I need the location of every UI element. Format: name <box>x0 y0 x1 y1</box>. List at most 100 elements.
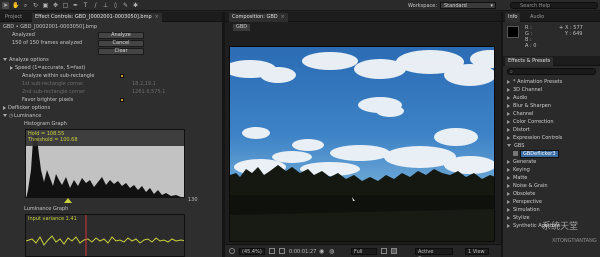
fx-category-perspective[interactable]: Perspective <box>503 198 600 206</box>
second-corner-row: 2nd sub-rectangle corner <box>22 88 222 96</box>
fx-label: Channel <box>513 111 534 117</box>
triangle-right-icon <box>507 95 510 100</box>
triangle-right-icon <box>507 119 510 124</box>
fx-category-generate[interactable]: Generate <box>503 158 600 166</box>
view-select[interactable]: Active Camera <box>415 248 453 257</box>
fx-label: Matte <box>513 175 528 181</box>
channel-icon[interactable]: ◍ <box>329 248 334 255</box>
safe-margins-icon[interactable] <box>269 248 275 254</box>
luminance-line <box>26 235 184 246</box>
luminance-group[interactable]: ◷Luminance <box>3 112 222 120</box>
deflicker-options-group[interactable]: Deflicker options <box>3 104 222 112</box>
fx-category-audio[interactable]: Audio <box>503 94 600 102</box>
triangle-right-icon <box>507 191 510 196</box>
workspace-select[interactable]: Standard ▾ <box>440 2 496 9</box>
zoom-tool-icon[interactable]: ⌕ <box>22 2 29 9</box>
fx-category-expression-controls[interactable]: Expression Controls <box>503 134 600 142</box>
transparency-grid-icon[interactable] <box>391 248 397 254</box>
cancel-button[interactable]: Cancel <box>98 40 144 47</box>
fx-category-color-correction[interactable]: Color Correction <box>503 118 600 126</box>
zoom-select[interactable]: (45.4%) <box>239 248 265 255</box>
composition-viewer[interactable] <box>229 46 495 242</box>
luminance-graph[interactable]: Input variance 1.41 <box>25 214 185 257</box>
brush-tool-icon[interactable]: / <box>92 2 99 9</box>
fx-category-3d-channel[interactable]: 3D Channel <box>503 86 600 94</box>
triangle-right-icon <box>507 183 510 188</box>
luminance-graph-label: Luminance Graph <box>24 206 69 212</box>
fx-category-simulation[interactable]: Simulation <box>503 206 600 214</box>
tab-composition-label: Composition: GBD <box>232 14 278 20</box>
fx-category-animation-presets[interactable]: * Animation Presets <box>503 78 600 86</box>
tab-audio[interactable]: Audio <box>527 13 547 22</box>
pan-behind-tool-icon[interactable]: ✥ <box>52 2 59 9</box>
fx-category-channel[interactable]: Channel <box>503 110 600 118</box>
clone-tool-icon[interactable]: ⊥ <box>102 2 109 9</box>
tab-effect-controls[interactable]: Effect Controls: GBD_[0002001-0003050].b… <box>32 13 162 22</box>
close-icon[interactable]: × <box>281 14 285 20</box>
fx-item-gbdeflicker3[interactable]: GBDeflicker3 <box>503 150 600 158</box>
first-corner-value[interactable]: 18.2,19.1 <box>132 81 156 87</box>
analyze-button[interactable]: Analyze <box>98 32 144 39</box>
views-layout-select[interactable]: 1 View <box>465 248 489 255</box>
fx-label: Color Correction <box>513 119 554 125</box>
search-icon: ⌕ <box>510 69 513 75</box>
camera-icon[interactable]: ◉ <box>319 248 324 255</box>
watermark-text: 系统天堂 <box>542 222 579 232</box>
rotate-tool-icon[interactable]: ↻ <box>32 2 39 9</box>
triangle-right-icon <box>3 105 6 110</box>
second-corner-value[interactable]: 1261.6,575.1 <box>132 89 165 95</box>
analyze-options-group[interactable]: Analyze options <box>3 56 222 64</box>
tab-composition[interactable]: Composition: GBD × <box>229 13 288 22</box>
fx-category-blur-sharpen[interactable]: Blur & Sharpen <box>503 102 600 110</box>
mask-tool-icon[interactable]: □ <box>62 2 69 9</box>
puppet-tool-icon[interactable]: ✱ <box>132 2 139 9</box>
grid-icon[interactable] <box>279 248 285 254</box>
selection-tool-icon[interactable]: ➤ <box>2 2 9 9</box>
clear-button[interactable]: Clear <box>98 48 144 55</box>
fx-label: Noise & Grain <box>513 183 548 189</box>
hand-tool-icon[interactable]: ✋ <box>12 2 19 9</box>
watermark-subtext: XITONGTIANTANG <box>552 238 597 244</box>
histogram-slider-handle[interactable] <box>64 198 72 203</box>
analyze-within-checkbox[interactable] <box>120 74 124 78</box>
workspace-label: Workspace: <box>408 3 438 9</box>
hist-max-value: 130 <box>188 197 198 203</box>
fx-category-matte[interactable]: Matte <box>503 174 600 182</box>
fx-label: 3D Channel <box>513 87 543 93</box>
triangle-down-icon <box>3 114 7 117</box>
effects-search-input[interactable]: ⌕ <box>507 68 596 75</box>
triangle-right-icon <box>507 207 510 212</box>
comp-name-chip[interactable]: GBD <box>233 24 251 31</box>
pen-tool-icon[interactable]: ✒ <box>72 2 79 9</box>
timecode[interactable]: 0:00:01:27 <box>289 249 316 255</box>
analyze-options-label: Analyze options <box>9 57 49 63</box>
resolution-select[interactable]: Full <box>351 248 377 255</box>
close-icon[interactable]: × <box>155 14 159 20</box>
roto-brush-tool-icon[interactable]: ✎ <box>122 2 129 9</box>
fx-category-obsolete[interactable]: Obsolete <box>503 190 600 198</box>
tab-effects-presets[interactable]: Effects & Presets <box>505 57 554 66</box>
tab-info[interactable]: Info <box>505 13 521 22</box>
camera-tool-icon[interactable]: ▣ <box>42 2 49 9</box>
speed-label: Speed (1=accurate, 5=fast) <box>15 65 86 71</box>
fx-category-noise-grain[interactable]: Noise & Grain <box>503 182 600 190</box>
luminance-label: Luminance <box>14 113 42 119</box>
fx-label: Blur & Sharpen <box>513 103 552 109</box>
eraser-tool-icon[interactable]: ◊ <box>112 2 119 9</box>
fx-category-distort[interactable]: Distort <box>503 126 600 134</box>
histogram-graph[interactable]: Hold = 108.55 Threshold = 100.68 <box>25 129 185 198</box>
first-corner-row: 1st sub-rectangle corner <box>22 80 222 88</box>
fx-label: Simulation <box>513 207 540 213</box>
fx-label: Distort <box>513 127 530 133</box>
fx-category-keying[interactable]: Keying <box>503 166 600 174</box>
magnifier-icon[interactable] <box>229 248 235 254</box>
speed-option[interactable]: Speed (1=accurate, 5=fast) <box>10 64 222 72</box>
first-corner-label: 1st sub-rectangle corner <box>22 81 84 87</box>
type-tool-icon[interactable]: T <box>82 2 89 9</box>
tab-project[interactable]: Project <box>2 13 25 22</box>
info-a: A : 0 <box>525 43 537 49</box>
fx-category-gbs[interactable]: GBS <box>503 142 600 150</box>
region-of-interest-icon[interactable] <box>381 248 387 254</box>
favor-brighter-checkbox[interactable] <box>120 98 124 102</box>
search-help-input[interactable]: Search Help <box>510 2 598 9</box>
